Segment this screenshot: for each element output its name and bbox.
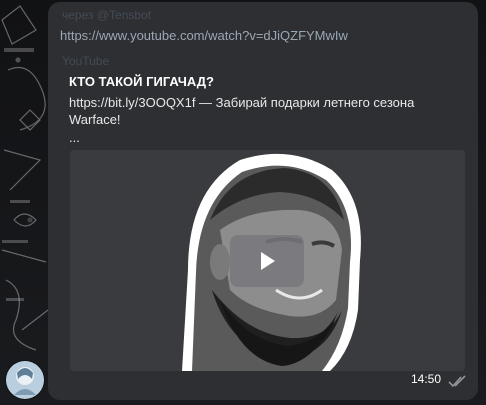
forwarded-from-label: через @Tensbot [62, 8, 152, 22]
link-preview-thumbnail[interactable] [70, 150, 465, 371]
chat-background: через @Tensbot https://www.youtube.com/w… [0, 0, 486, 405]
message-bubble[interactable]: через @Tensbot https://www.youtube.com/w… [48, 2, 478, 400]
link-preview-description: https://bit.ly/3OOQX1f — Забирай подарки… [69, 95, 415, 127]
play-icon [261, 252, 275, 270]
avatar-icon [6, 361, 44, 399]
link-preview-site: YouTube [62, 54, 110, 68]
link-preview-title: КТО ТАКОЙ ГИГАЧАД? [69, 74, 214, 89]
play-button[interactable] [230, 235, 304, 287]
message-link[interactable]: https://www.youtube.com/watch?v=dJiQZFYM… [60, 28, 348, 43]
sender-avatar[interactable] [6, 361, 44, 399]
message-time: 14:50 [410, 372, 441, 386]
double-check-icon [448, 375, 466, 388]
link-preview-more: ... [69, 130, 80, 145]
